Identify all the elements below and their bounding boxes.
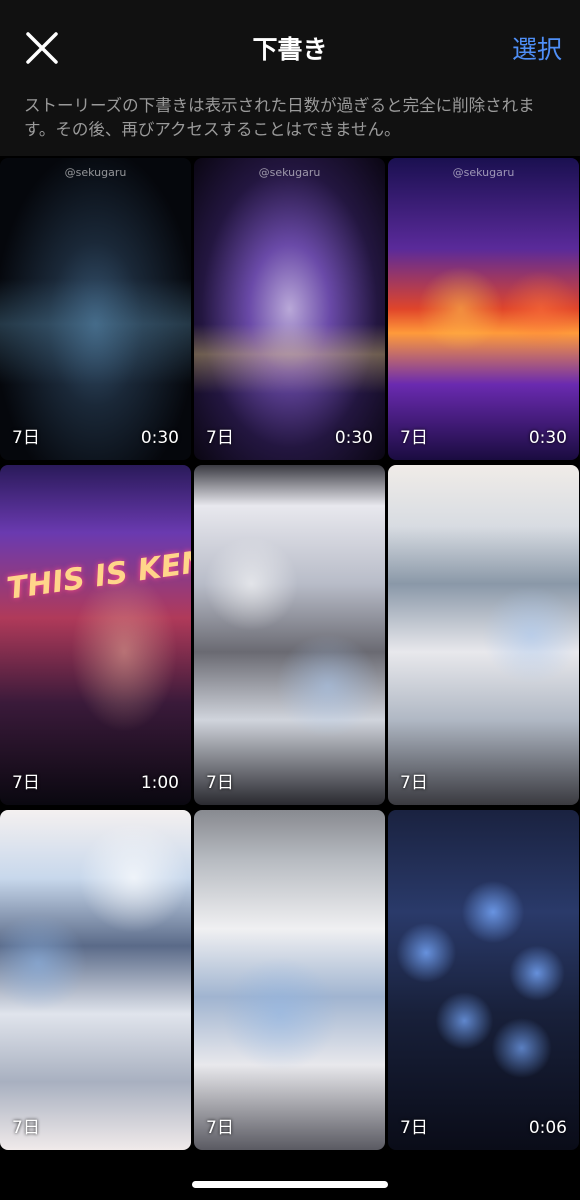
days-remaining: 7日 [400, 773, 428, 793]
draft-thumbnail-2[interactable]: @sekugaru 7日 0:30 [194, 158, 385, 460]
video-duration: 0:30 [140, 428, 179, 448]
draft-thumbnail-6[interactable]: 7日 [388, 465, 579, 805]
drafts-notice: ストーリーズの下書きは表示された日数が過ぎると完全に削除されます。その後、再びア… [0, 92, 580, 156]
video-duration: 0:30 [334, 428, 373, 448]
draft-thumbnail-5[interactable]: 7日 [194, 465, 385, 805]
days-remaining: 7日 [12, 428, 40, 448]
header-bar: 下書き 選択 [0, 0, 580, 92]
home-indicator [192, 1181, 388, 1188]
days-remaining: 7日 [206, 1118, 234, 1138]
page-title: 下書き [252, 35, 328, 64]
days-remaining: 7日 [400, 428, 428, 448]
watermark-text: @sekugaru [64, 166, 127, 179]
watermark-text: @sekugaru [452, 166, 515, 179]
video-duration: 0:30 [528, 428, 567, 448]
video-duration: 0:06 [528, 1118, 567, 1138]
days-remaining: 7日 [400, 1118, 428, 1138]
days-remaining: 7日 [206, 773, 234, 793]
draft-thumbnail-7[interactable]: 7日 [0, 810, 191, 1150]
days-remaining: 7日 [12, 773, 40, 793]
days-remaining: 7日 [206, 428, 234, 448]
draft-thumbnail-8[interactable]: 7日 [194, 810, 385, 1150]
draft-thumbnail-4[interactable]: THIS IS KENTY 7日 1:00 [0, 465, 191, 805]
video-duration: 1:00 [140, 773, 179, 793]
draft-thumbnail-9[interactable]: 7日 0:06 [388, 810, 579, 1150]
draft-thumbnail-3[interactable]: @sekugaru 7日 0:30 [388, 158, 579, 460]
select-button[interactable]: 選択 [512, 30, 562, 66]
days-remaining: 7日 [12, 1118, 40, 1138]
watermark-text: @sekugaru [258, 166, 321, 179]
draft-thumbnail-1[interactable]: @sekugaru 7日 0:30 [0, 158, 191, 460]
